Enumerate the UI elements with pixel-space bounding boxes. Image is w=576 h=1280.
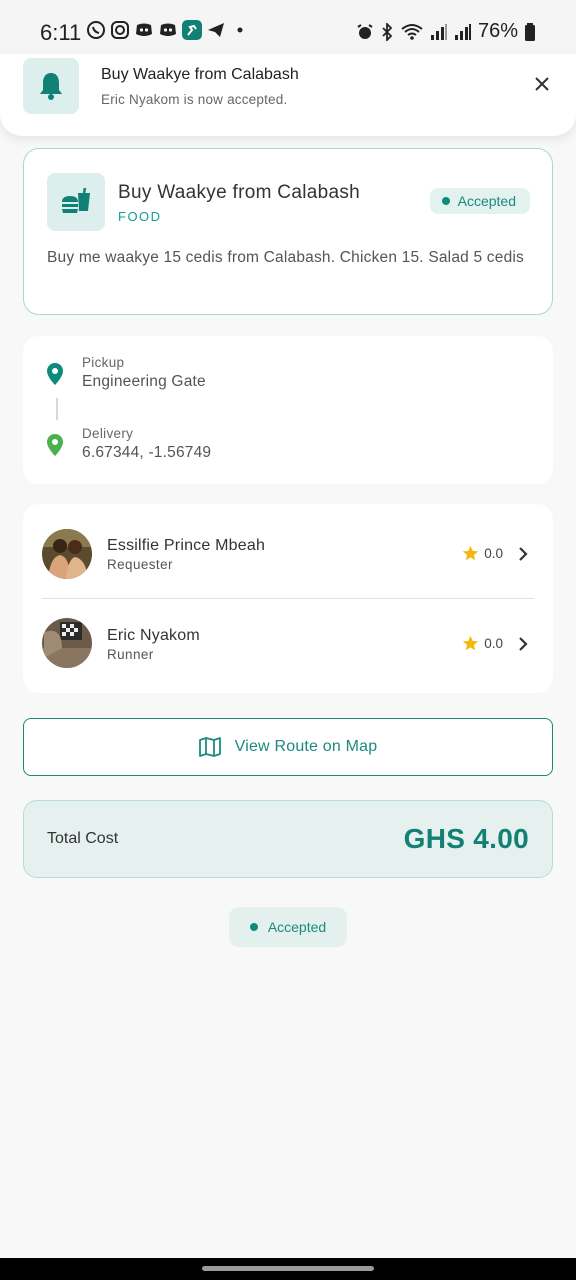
- notification-message: Eric Nyakom is now accepted.: [101, 92, 288, 107]
- runner-name: Eric Nyakom: [107, 627, 200, 644]
- status-pill: Accepted: [229, 907, 347, 947]
- request-card: Buy Waakye from Calabash FOOD Accepted B…: [23, 148, 553, 315]
- status-app-icons: [86, 20, 250, 40]
- fastfood-icon: [62, 187, 90, 213]
- total-cost-label: Total Cost: [47, 830, 119, 847]
- star-icon: [463, 545, 479, 561]
- map-icon: [198, 737, 221, 757]
- requester-rating: 0.0: [462, 545, 503, 562]
- runner-photo: [42, 618, 92, 668]
- home-handle[interactable]: [202, 1266, 374, 1271]
- total-cost-card: Total Cost GHS 4.00: [23, 800, 553, 878]
- pickup-label: Pickup: [82, 355, 125, 370]
- total-cost-value: GHS 4.00: [403, 823, 529, 854]
- status-system-icons: 76%: [356, 20, 536, 43]
- view-route-button[interactable]: View Route on Map: [23, 718, 553, 776]
- battery-percent: 76%: [477, 20, 518, 42]
- battery-icon: [525, 22, 535, 41]
- instagram-icon: [111, 21, 129, 39]
- runner-app-icon: [182, 20, 202, 40]
- signal-icon-2: [454, 23, 471, 40]
- requester-role: Requester: [107, 557, 173, 572]
- route-connector: [56, 398, 58, 420]
- request-category: FOOD: [118, 209, 162, 224]
- view-route-label: View Route on Map: [234, 738, 378, 755]
- runner-role: Runner: [107, 647, 154, 662]
- status-time: 6:11: [40, 20, 82, 45]
- status-pill-dot-icon: [249, 923, 258, 931]
- telegram-icon: [208, 23, 224, 37]
- delivery-label: Delivery: [82, 426, 134, 441]
- chevron-right-icon[interactable]: [515, 546, 531, 562]
- avatar-requester[interactable]: [42, 529, 92, 579]
- status-pill-label: Accepted: [267, 919, 327, 935]
- bell-icon: [40, 73, 62, 100]
- people-divider: [42, 598, 534, 599]
- request-description: Buy me waakye 15 cedis from Calabash. Ch…: [47, 249, 524, 266]
- pickup-value: Engineering Gate: [82, 373, 206, 390]
- request-title: Buy Waakye from Calabash: [118, 182, 360, 203]
- runner-rating-value: 0.0: [484, 636, 503, 651]
- discord-icon-2: [160, 23, 176, 36]
- status-badge: Accepted: [429, 188, 530, 214]
- pickup-pin-icon: [47, 363, 63, 385]
- delivery-pin-icon: [47, 434, 63, 456]
- star-icon: [463, 635, 479, 651]
- system-nav-bar: [0, 1258, 576, 1280]
- runner-rating: 0.0: [462, 635, 503, 652]
- chevron-right-icon[interactable]: [515, 636, 531, 652]
- requester-photo: [42, 529, 92, 579]
- requester-name: Essilfie Prince Mbeah: [107, 537, 266, 554]
- whatsapp-icon: [87, 21, 105, 39]
- notification-banner[interactable]: Buy Waakye from Calabash Eric Nyakom is …: [0, 54, 576, 136]
- wifi-icon: [401, 23, 423, 40]
- requester-rating-value: 0.0: [484, 546, 503, 561]
- more-notifications-icon: [237, 27, 243, 33]
- status-badge-label: Accepted: [457, 193, 516, 209]
- people-card: Essilfie Prince Mbeah Requester 0.0 Eric…: [23, 504, 553, 693]
- signal-icon: [430, 23, 447, 40]
- alarm-icon: [357, 23, 373, 39]
- bluetooth-icon: [382, 22, 393, 41]
- delivery-value: 6.67344, -1.56749: [82, 444, 212, 461]
- notification-icon-box: [23, 58, 79, 114]
- food-icon-box: [47, 173, 105, 231]
- locations-card: Pickup Engineering Gate Delivery 6.67344…: [23, 336, 553, 484]
- discord-icon: [136, 23, 152, 36]
- notification-title: Buy Waakye from Calabash: [101, 66, 299, 83]
- close-icon[interactable]: [532, 74, 552, 94]
- avatar-runner[interactable]: [42, 618, 92, 668]
- status-dot-icon: [441, 197, 450, 205]
